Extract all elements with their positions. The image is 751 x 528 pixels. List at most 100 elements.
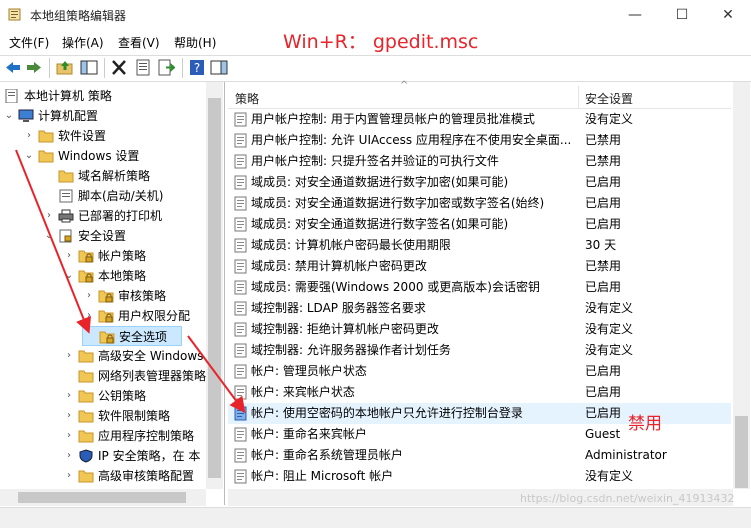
tree-hscroll-thumb[interactable] — [18, 492, 186, 503]
policy-row[interactable]: 域成员: 禁用计算机帐户密码更改 已禁用 — [228, 256, 731, 277]
export-list-icon[interactable] — [157, 59, 175, 76]
policy-setting: 已启用 — [585, 364, 622, 378]
policy-setting: 已启用 — [585, 196, 622, 210]
tree-item-label: 安全设置 — [78, 229, 127, 243]
tree-item-label: 高级审核策略配置 — [98, 469, 195, 483]
expander-icon[interactable]: › — [64, 446, 74, 466]
policy-row[interactable]: 域控制器: LDAP 服务器签名要求 没有定义 — [228, 298, 731, 319]
column-header-policy[interactable]: 策略 — [235, 90, 259, 107]
policy-row[interactable]: 用户帐户控制: 允许 UIAccess 应用程序在不使用安全桌面... 已禁用 — [228, 130, 731, 151]
console-tree: 本地计算机 策略 ⌄ 计算机配置 › 软件设置 ⌄ Windows 设置 域名解析策略 脚本(… — [0, 82, 225, 505]
folder-icon — [38, 129, 54, 143]
policy-row[interactable]: 域成员: 需要强(Windows 2000 或更高版本)会话密钥 已启用 — [228, 277, 731, 298]
policy-setting: 已启用 — [585, 280, 622, 294]
policy-row[interactable]: 帐户: 重命名系统管理员帐户 Administrator — [228, 445, 731, 466]
tree-scroll-thumb[interactable] — [208, 98, 221, 478]
status-bar — [0, 507, 751, 528]
expander-icon[interactable]: ⌄ — [4, 106, 14, 126]
list-scroll-thumb[interactable] — [735, 416, 748, 488]
svg-text:?: ? — [194, 61, 200, 75]
close-button[interactable]: ✕ — [705, 0, 751, 30]
up-folder-icon[interactable] — [56, 59, 74, 76]
expander-icon[interactable]: ⌄ — [44, 226, 54, 246]
column-divider[interactable] — [578, 86, 579, 108]
tree-item-label: 高级安全 Windows — [98, 349, 204, 363]
policy-setting: 已禁用 — [585, 259, 622, 273]
expander-icon[interactable] — [85, 327, 95, 347]
toolbar-separator — [49, 58, 50, 78]
list-header — [228, 86, 731, 109]
expander-icon[interactable] — [44, 166, 54, 186]
expander-icon[interactable]: › — [64, 466, 74, 486]
policy-row[interactable]: 用户帐户控制: 用于内置管理员帐户的管理员批准模式 没有定义 — [228, 109, 731, 130]
policy-row[interactable]: 域成员: 对安全通道数据进行数字加密或数字签名(始终) 已启用 — [228, 193, 731, 214]
expander-icon[interactable]: › — [84, 306, 94, 326]
expander-icon[interactable]: › — [64, 346, 74, 366]
expander-icon[interactable]: › — [44, 206, 54, 226]
expander-icon[interactable]: ⌄ — [64, 266, 74, 286]
policy-icon — [234, 469, 248, 484]
column-header-setting[interactable]: 安全设置 — [585, 90, 633, 107]
expander-icon[interactable] — [44, 186, 54, 206]
sort-indicator-icon: ^ — [400, 80, 409, 91]
policy-row[interactable]: 帐户: 来宾帐户状态 已启用 — [228, 382, 731, 403]
locked-folder-icon — [78, 269, 94, 283]
properties-icon[interactable] — [134, 59, 152, 76]
script-icon — [58, 189, 74, 203]
menu-file[interactable]: 文件(F) — [9, 34, 49, 51]
expander-icon[interactable] — [64, 366, 74, 386]
menu-view[interactable]: 查看(V) — [118, 34, 160, 51]
policy-row[interactable]: 帐户: 管理员帐户状态 已启用 — [228, 361, 731, 382]
forward-arrow-icon[interactable] — [25, 59, 43, 76]
document-icon — [5, 89, 18, 103]
watermark: https://blog.csdn.net/weixin_41913432 — [520, 492, 735, 505]
printer-icon — [58, 209, 74, 223]
tree-item-label: 应用程序控制策略 — [98, 429, 195, 443]
minimize-button[interactable]: — — [612, 0, 658, 30]
help-icon[interactable]: ? — [188, 59, 206, 76]
expander-icon[interactable]: › — [64, 386, 74, 406]
menu-action[interactable]: 操作(A) — [62, 34, 104, 51]
locked-folder-icon — [78, 249, 94, 263]
policy-icon — [234, 217, 248, 232]
policy-row[interactable]: 域控制器: 拒绝计算机帐户密码更改 没有定义 — [228, 319, 731, 340]
maximize-button[interactable]: ☐ — [659, 0, 705, 30]
folder-icon — [38, 149, 54, 163]
policy-name: 域成员: 计算机帐户密码最长使用期限 — [251, 238, 451, 252]
policy-icon — [234, 154, 248, 169]
command-annotation: Win+R： gpedit.msc — [283, 31, 479, 53]
delete-icon[interactable] — [110, 59, 128, 76]
tree-item-label: 审核策略 — [118, 289, 167, 303]
policy-row[interactable]: 域成员: 对安全通道数据进行数字加密(如果可能) 已启用 — [228, 172, 731, 193]
policy-icon — [234, 448, 248, 463]
computer-icon — [18, 109, 34, 123]
menu-help[interactable]: 帮助(H) — [174, 34, 216, 51]
policy-setting: 已启用 — [585, 217, 622, 231]
policy-setting: 没有定义 — [585, 301, 634, 315]
policy-icon — [234, 322, 248, 337]
policy-row[interactable]: 域控制器: 允许服务器操作者计划任务 没有定义 — [228, 340, 731, 361]
show-hide-pane-icon[interactable] — [210, 59, 228, 76]
policy-icon — [234, 175, 248, 190]
console-tree-icon[interactable] — [80, 59, 98, 76]
folder-icon — [78, 469, 94, 483]
tree-item-label: 软件设置 — [58, 129, 107, 143]
expander-icon[interactable]: › — [64, 406, 74, 426]
policy-name: 域成员: 禁用计算机帐户密码更改 — [251, 259, 427, 273]
tree-item[interactable]: 安全选项 — [82, 326, 182, 346]
expander-icon[interactable]: ⌄ — [24, 146, 34, 166]
locked-folder-icon — [98, 309, 114, 323]
policy-name: 帐户: 阻止 Microsoft 帐户 — [251, 469, 394, 483]
policy-row[interactable]: 帐户: 阻止 Microsoft 帐户 没有定义 — [228, 466, 731, 487]
policy-row[interactable]: 域成员: 计算机帐户密码最长使用期限 30 天 — [228, 235, 731, 256]
expander-icon[interactable]: › — [84, 286, 94, 306]
tree-item-label: 安全选项 — [119, 330, 168, 344]
policy-row[interactable]: 用户帐户控制: 只提升签名并验证的可执行文件 已禁用 — [228, 151, 731, 172]
policy-name: 用户帐户控制: 用于内置管理员帐户的管理员批准模式 — [251, 112, 535, 126]
back-arrow-icon[interactable] — [4, 59, 22, 76]
minimize-icon: — — [628, 7, 642, 23]
policy-row[interactable]: 域成员: 对安全通道数据进行数字签名(如果可能) 已启用 — [228, 214, 731, 235]
expander-icon[interactable]: › — [24, 126, 34, 146]
expander-icon[interactable]: › — [64, 426, 74, 446]
expander-icon[interactable]: › — [64, 246, 74, 266]
